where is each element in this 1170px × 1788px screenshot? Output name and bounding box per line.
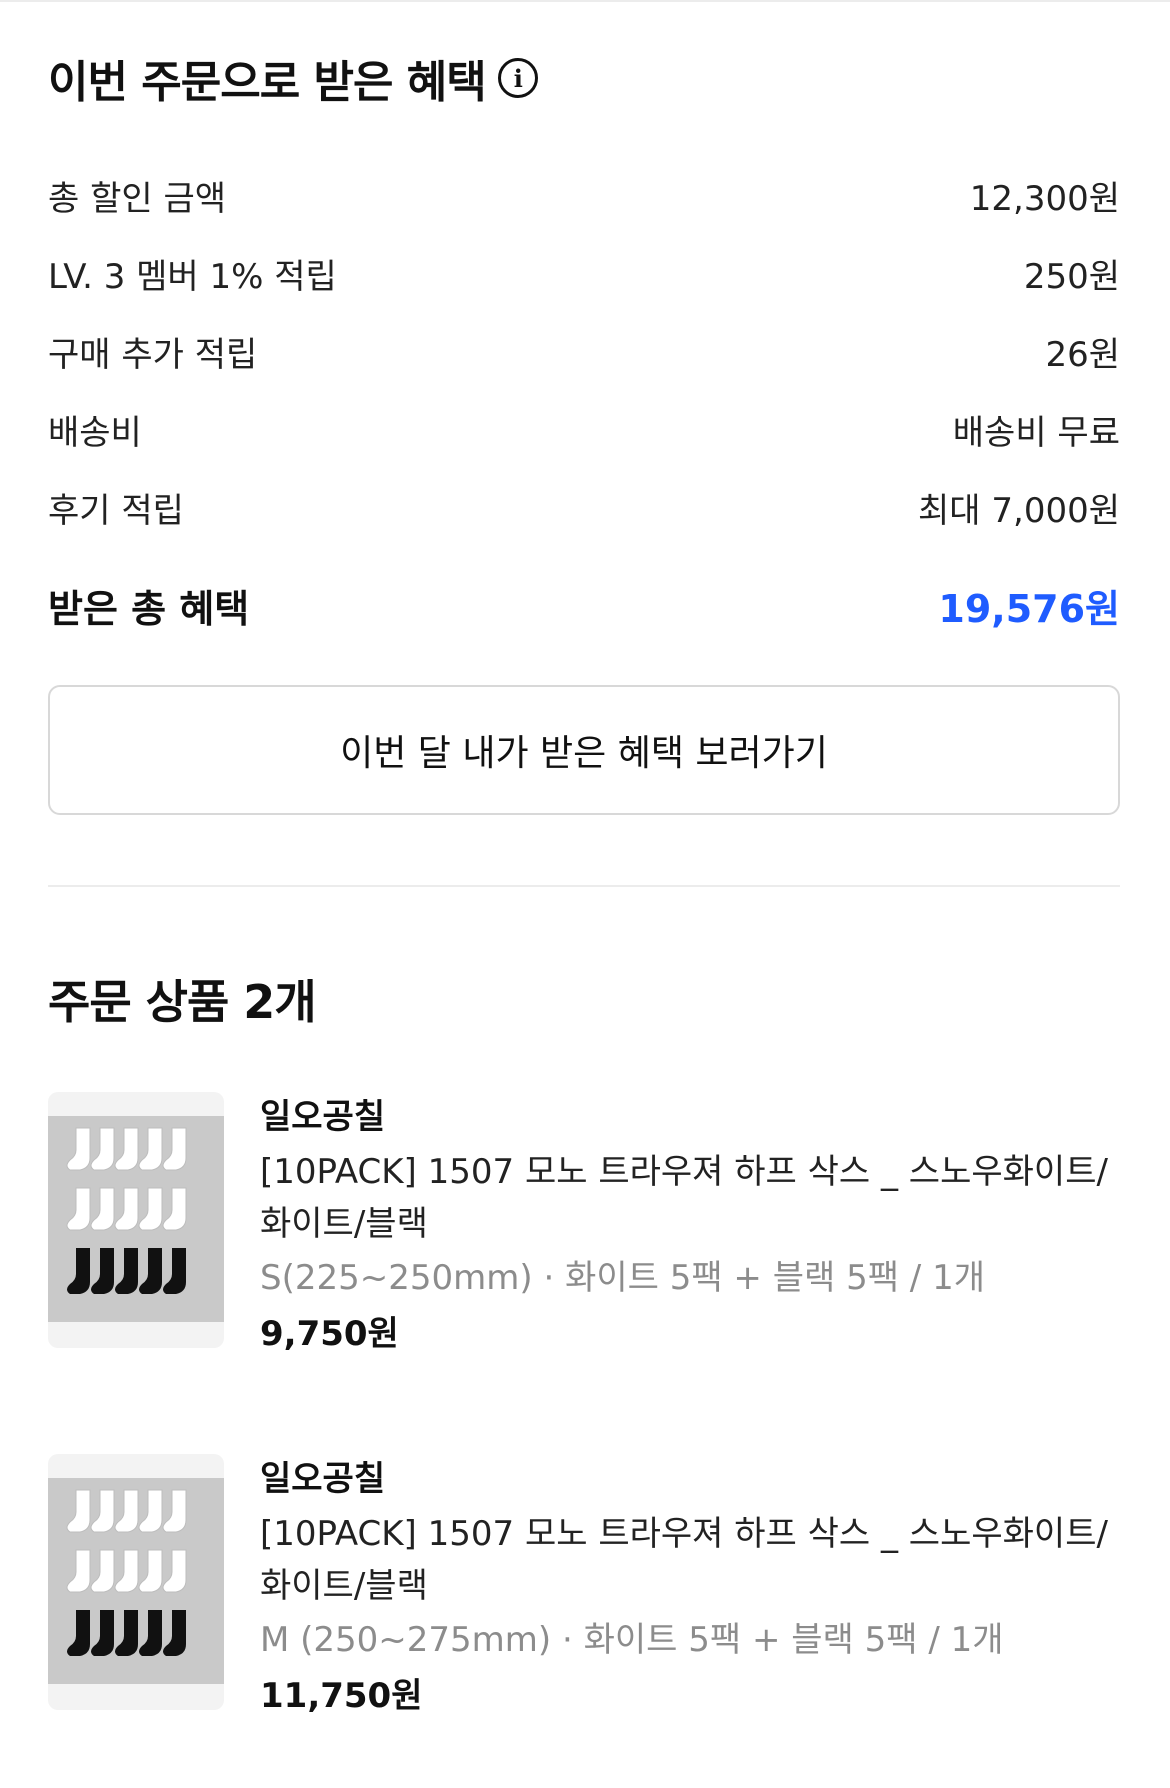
benefit-row-label: 후기 적립 — [48, 490, 184, 531]
benefit-row-extra-points: 구매 추가 적립 26원 — [48, 312, 1120, 390]
product-price: 11,750원 — [260, 1676, 423, 1716]
order-complete-page: 이번 주문으로 받은 혜택 i 총 할인 금액 12,300원 LV. 3 멤버… — [0, 0, 1170, 1788]
benefit-rows: 총 할인 금액 12,300원 LV. 3 멤버 1% 적립 250원 구매 추… — [48, 156, 1120, 546]
benefit-row-label: 총 할인 금액 — [48, 178, 227, 219]
benefit-row-label: 배송비 — [48, 412, 142, 453]
top-divider — [0, 0, 1170, 2]
benefit-row-value: 250원 — [1023, 256, 1120, 297]
view-monthly-benefits-button[interactable]: 이번 달 내가 받은 혜택 보러가기 — [48, 685, 1120, 815]
benefit-row-label: 구매 추가 적립 — [48, 334, 258, 375]
benefit-total-value: 19,576원 — [938, 587, 1120, 631]
benefit-row-value: 26원 — [1045, 334, 1120, 375]
product-name[interactable]: [10PACK] 1507 모노 트라우져 하프 삭스 _ 스노우화이트/화이트… — [260, 1146, 1120, 1250]
product-option: S(225~250mm) · 화이트 5팩 + 블랙 5팩 / 1개 — [260, 1258, 985, 1298]
benefit-row-label: LV. 3 멤버 1% 적립 — [48, 256, 337, 297]
order-item-info: 일오공칠 [10PACK] 1507 모노 트라우져 하프 삭스 _ 스노우화이… — [260, 1454, 1120, 1722]
benefit-row-value: 최대 7,000원 — [918, 490, 1120, 531]
benefit-row-discount: 총 할인 금액 12,300원 — [48, 156, 1120, 234]
info-icon[interactable]: i — [497, 58, 538, 98]
benefit-total-row: 받은 총 혜택 19,576원 — [48, 578, 1120, 633]
product-brand[interactable]: 일오공칠 — [260, 1092, 1120, 1142]
benefit-section-title: 이번 주문으로 받은 혜택 i — [48, 46, 538, 110]
order-item-info: 일오공칠 [10PACK] 1507 모노 트라우져 하프 삭스 _ 스노우화이… — [260, 1092, 1120, 1360]
order-items-title: 주문 상품 2개 — [48, 975, 317, 1029]
order-item[interactable]: 일오공칠 [10PACK] 1507 모노 트라우져 하프 삭스 _ 스노우화이… — [48, 1092, 1120, 1354]
benefit-row-review-points: 후기 적립 최대 7,000원 — [48, 468, 1120, 546]
product-brand[interactable]: 일오공칠 — [260, 1454, 1120, 1504]
benefit-row-member-points: LV. 3 멤버 1% 적립 250원 — [48, 234, 1120, 312]
order-item[interactable]: 일오공칠 [10PACK] 1507 모노 트라우져 하프 삭스 _ 스노우화이… — [48, 1454, 1120, 1716]
socks-image — [66, 1489, 187, 1656]
socks-image — [66, 1127, 187, 1294]
product-name[interactable]: [10PACK] 1507 모노 트라우져 하프 삭스 _ 스노우화이트/화이트… — [260, 1508, 1120, 1612]
section-divider — [48, 885, 1120, 887]
product-price: 9,750원 — [260, 1314, 399, 1354]
product-thumbnail[interactable] — [48, 1454, 224, 1710]
benefit-row-value: 12,300원 — [969, 178, 1120, 219]
product-thumbnail[interactable] — [48, 1092, 224, 1348]
benefit-row-value: 배송비 무료 — [952, 412, 1120, 453]
benefit-title-text: 이번 주문으로 받은 혜택 — [48, 57, 487, 108]
benefit-total-label: 받은 총 혜택 — [48, 587, 250, 631]
product-option: M (250~275mm) · 화이트 5팩 + 블랙 5팩 / 1개 — [260, 1620, 1004, 1660]
benefit-row-shipping: 배송비 배송비 무료 — [48, 390, 1120, 468]
